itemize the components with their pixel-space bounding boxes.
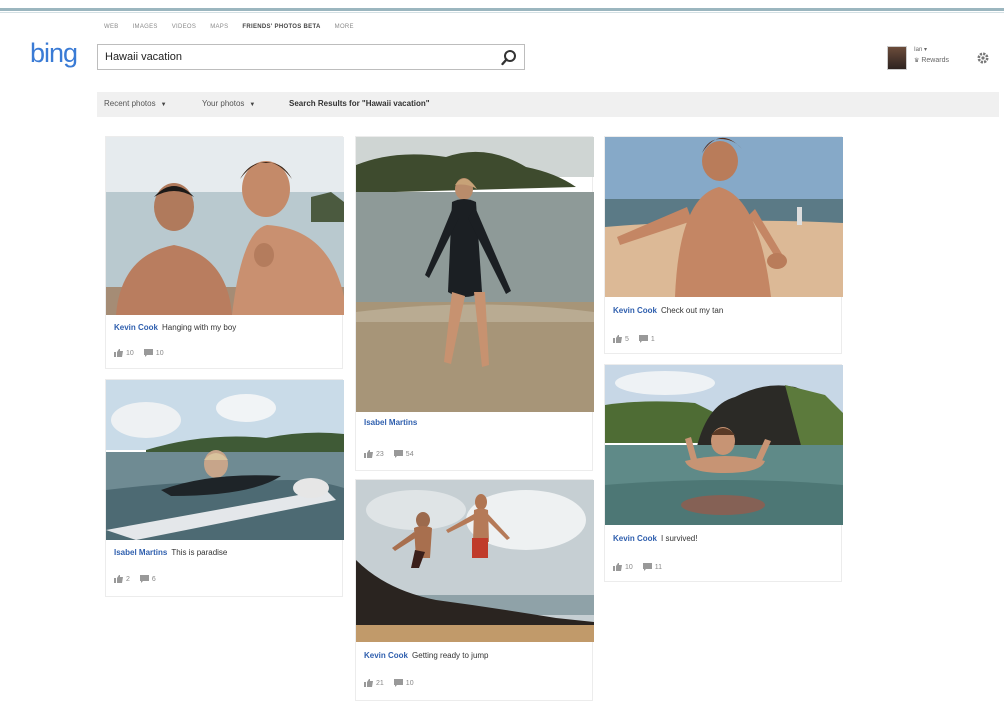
like-button[interactable]: 10 xyxy=(613,563,633,571)
comment-count: 6 xyxy=(151,575,156,583)
thumbs-up-icon xyxy=(613,563,622,571)
thumbs-up-icon xyxy=(114,575,123,583)
post-caption: Isabel Martins xyxy=(364,418,421,427)
nav-maps[interactable]: MAPS xyxy=(210,24,228,30)
photo-jumping-rocks[interactable] xyxy=(356,480,594,642)
photo-woman-wetsuit[interactable] xyxy=(356,137,594,412)
results-heading: Search Results for "Hawaii vacation" xyxy=(289,99,430,108)
caption-text: Check out my tan xyxy=(661,306,724,315)
photo-man-swimming-cliff[interactable] xyxy=(605,365,843,525)
post-stats: 21 10 xyxy=(364,679,414,687)
comment-button[interactable]: 10 xyxy=(143,349,164,357)
comment-count: 1 xyxy=(650,335,655,343)
post-stats: 23 54 xyxy=(364,450,414,458)
top-accent-line xyxy=(0,8,1004,11)
author-link[interactable]: Kevin Cook xyxy=(114,323,158,332)
rewards-label: Rewards xyxy=(921,57,949,64)
comment-icon xyxy=(139,575,149,583)
caption-text: Hanging with my boy xyxy=(162,323,237,332)
comment-button[interactable]: 6 xyxy=(139,575,156,583)
nav-videos[interactable]: VIDEOS xyxy=(172,24,196,30)
photo-card: Isabel Martins 23 54 xyxy=(355,136,594,471)
post-caption: Kevin Cook I survived! xyxy=(613,534,697,543)
avatar[interactable] xyxy=(887,46,907,70)
photo-card: Kevin Cook Check out my tan 5 1 xyxy=(604,136,843,354)
post-caption: Kevin Cook Check out my tan xyxy=(613,306,723,315)
rewards-icon: ♛ xyxy=(914,58,920,64)
thumbs-up-icon xyxy=(364,450,373,458)
like-count: 5 xyxy=(625,335,629,343)
filter-bar: Recent photos ▼ Your photos ▼ Search Resul… xyxy=(97,92,999,117)
nav-friends-photos[interactable]: FRIENDS' PHOTOS BETA xyxy=(242,24,320,30)
search-icon[interactable] xyxy=(500,49,518,67)
author-link[interactable]: Isabel Martins xyxy=(364,418,417,427)
your-photos-dropdown[interactable]: Your photos ▼ xyxy=(202,99,255,108)
user-name[interactable]: Ian ▾ xyxy=(914,46,927,53)
author-link[interactable]: Kevin Cook xyxy=(613,306,657,315)
comment-count: 10 xyxy=(405,679,414,687)
like-button[interactable]: 10 xyxy=(114,349,134,357)
comment-button[interactable]: 54 xyxy=(393,450,414,458)
photo-boy-and-man[interactable] xyxy=(106,137,344,315)
like-button[interactable]: 2 xyxy=(114,575,130,583)
comment-count: 10 xyxy=(155,349,164,357)
nav-web[interactable]: WEB xyxy=(104,24,119,30)
comment-icon xyxy=(393,450,403,458)
comment-icon xyxy=(393,679,403,687)
comment-icon xyxy=(642,563,652,571)
caption-text: Getting ready to jump xyxy=(412,651,489,660)
gear-icon[interactable] xyxy=(976,51,990,65)
nav-more[interactable]: MORE xyxy=(335,24,354,30)
recent-photos-dropdown[interactable]: Recent photos ▼ xyxy=(104,99,167,108)
thumbs-up-icon xyxy=(613,335,622,343)
nav-images[interactable]: IMAGES xyxy=(133,24,158,30)
post-stats: 2 6 xyxy=(114,575,156,583)
author-link[interactable]: Kevin Cook xyxy=(613,534,657,543)
caption-text: I survived! xyxy=(661,534,698,543)
comment-button[interactable]: 11 xyxy=(642,563,663,571)
photo-card: Kevin Cook Hanging with my boy 10 10 xyxy=(105,136,344,369)
like-button[interactable]: 5 xyxy=(613,335,629,343)
search-box xyxy=(97,44,525,70)
post-stats: 5 1 xyxy=(613,335,655,343)
photo-card: Kevin Cook Getting ready to jump 21 10 xyxy=(355,479,594,701)
like-count: 2 xyxy=(126,575,130,583)
like-button[interactable]: 21 xyxy=(364,679,384,687)
bing-logo[interactable]: bing xyxy=(30,38,78,69)
rewards-link[interactable]: ♛ Rewards xyxy=(914,57,949,64)
thumbs-up-icon xyxy=(114,349,123,357)
caption-text: This is paradise xyxy=(171,548,228,557)
like-count: 10 xyxy=(625,563,633,571)
comment-button[interactable]: 1 xyxy=(638,335,655,343)
post-stats: 10 10 xyxy=(114,349,164,357)
photo-swimmer-surfboard[interactable] xyxy=(106,380,344,540)
author-link[interactable]: Kevin Cook xyxy=(364,651,408,660)
like-count: 10 xyxy=(126,349,134,357)
thumbs-up-icon xyxy=(364,679,373,687)
author-link[interactable]: Isabel Martins xyxy=(114,548,167,557)
comment-count: 11 xyxy=(654,563,663,571)
photo-card: Isabel Martins This is paradise 2 6 xyxy=(105,379,344,597)
vertical-nav: WEB IMAGES VIDEOS MAPS FRIENDS' PHOTOS B… xyxy=(104,24,354,30)
like-count: 21 xyxy=(376,679,384,687)
photo-man-selfie-beach[interactable] xyxy=(605,137,843,297)
comment-count: 54 xyxy=(405,450,414,458)
like-count: 23 xyxy=(376,450,384,458)
comment-button[interactable]: 10 xyxy=(393,679,414,687)
comment-icon xyxy=(638,335,648,343)
caret-down-icon: ▼ xyxy=(249,102,256,108)
recent-photos-label: Recent photos xyxy=(104,99,156,108)
comment-icon xyxy=(143,349,153,357)
post-caption: Kevin Cook Hanging with my boy xyxy=(114,323,236,332)
like-button[interactable]: 23 xyxy=(364,450,384,458)
post-stats: 10 11 xyxy=(613,563,662,571)
caret-down-icon: ▼ xyxy=(160,102,167,108)
post-caption: Isabel Martins This is paradise xyxy=(114,548,227,557)
top-accent-line-thin xyxy=(0,12,1004,13)
search-input[interactable] xyxy=(105,49,485,65)
your-photos-label: Your photos xyxy=(202,99,245,108)
photo-card: Kevin Cook I survived! 10 11 xyxy=(604,364,843,582)
post-caption: Kevin Cook Getting ready to jump xyxy=(364,651,489,660)
